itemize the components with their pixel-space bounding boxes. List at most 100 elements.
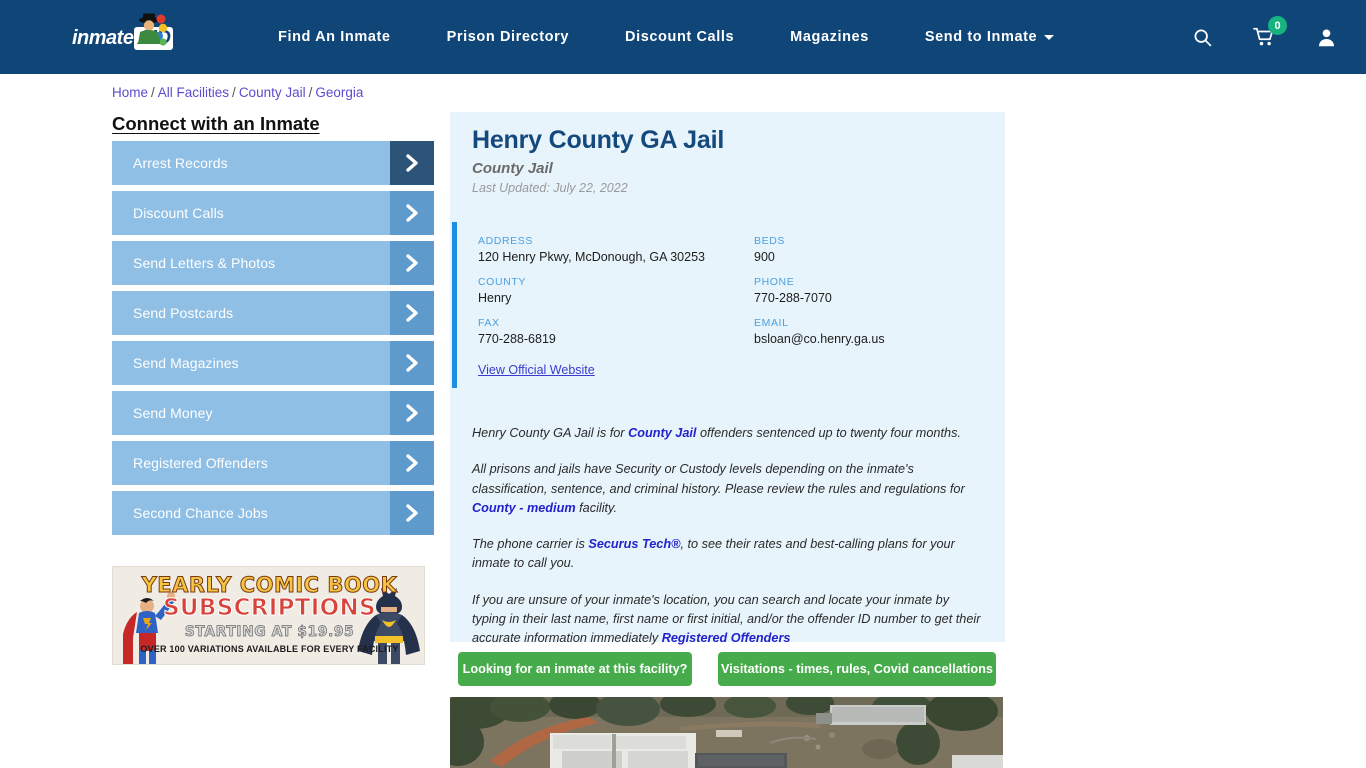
info-value: 900 <box>754 250 775 264</box>
nav-label: Discount Calls <box>625 29 735 45</box>
description-paragraph-2: All prisons and jails have Security or C… <box>472 460 984 518</box>
sidebar-menu: Arrest Records Discount Calls Send Lette… <box>112 141 434 541</box>
logo-text-accent: AID <box>134 26 174 50</box>
info-value: 770-288-6819 <box>478 332 556 346</box>
chevron-right-icon <box>390 291 434 335</box>
sidebar-item-registered-offenders[interactable]: Registered Offenders <box>112 441 434 485</box>
link-registered-offenders[interactable]: Registered Offenders <box>662 631 791 645</box>
info-field-beds: BEDS 900 <box>754 235 998 264</box>
link-county-jail[interactable]: County Jail <box>628 426 696 440</box>
chevron-down-icon <box>1044 34 1055 40</box>
info-label: BEDS <box>754 235 785 247</box>
facility-info-grid: ADDRESS 120 Henry Pkwy, McDonough, GA 30… <box>478 235 998 346</box>
chevron-right-icon <box>390 391 434 435</box>
comic-book-subscription-ad[interactable]: YEARLY COMIC BOOK SUBSCRIPTIONS STARTING… <box>112 566 425 665</box>
site-logo[interactable]: inmate AID <box>72 13 192 58</box>
chevron-right-icon <box>390 141 434 185</box>
last-updated-label: Last Updated: July 22, 2022 <box>472 181 628 195</box>
sidebar-item-label: Send Magazines <box>133 355 239 371</box>
desc-text: All prisons and jails have Security or C… <box>472 462 965 496</box>
cart-button[interactable]: 0 <box>1252 16 1287 49</box>
nav-label: Find An Inmate <box>278 29 391 45</box>
chevron-right-icon <box>390 241 434 285</box>
facility-type-label: County Jail <box>472 160 553 177</box>
info-value: Henry <box>478 291 512 305</box>
sidebar-item-label: Send Money <box>133 405 213 421</box>
info-field-phone: PHONE 770-288-7070 <box>754 276 998 305</box>
sidebar-item-label: Send Letters & Photos <box>133 255 276 271</box>
sidebar-item-label: Send Postcards <box>133 305 234 321</box>
nav-item-find-an-inmate[interactable]: Find An Inmate <box>250 29 419 45</box>
ad-price-line: STARTING AT $19.95 <box>184 624 355 641</box>
description-paragraph-3: The phone carrier is Securus Tech®, to s… <box>472 535 984 574</box>
desc-text: facility. <box>575 500 617 515</box>
info-label: PHONE <box>754 276 795 288</box>
user-account-icon <box>1318 28 1334 46</box>
link-securus-tech[interactable]: Securus Tech® <box>588 537 680 551</box>
nav-icon-group: 0 <box>1190 0 1338 74</box>
info-label: COUNTY <box>478 276 526 288</box>
sidebar-item-send-postcards[interactable]: Send Postcards <box>112 291 434 335</box>
search-button[interactable] <box>1190 25 1214 49</box>
breadcrumb-item-home[interactable]: Home <box>112 85 148 100</box>
page-title: Henry County GA Jail <box>472 126 725 154</box>
nav-label: Prison Directory <box>446 29 570 45</box>
facility-header: Henry County GA Jail County Jail Last Up… <box>450 112 1005 195</box>
breadcrumb-item-county-jail[interactable]: County Jail <box>239 85 306 100</box>
link-county-medium[interactable]: County - medium <box>472 501 576 515</box>
logo-wordmark: inmate AID <box>72 26 174 50</box>
info-field-county: COUNTY Henry <box>478 276 754 305</box>
breadcrumb-separator: / <box>232 85 236 100</box>
sidebar-item-arrest-records[interactable]: Arrest Records <box>112 141 434 185</box>
view-official-website-link[interactable]: View Official Website <box>478 363 595 377</box>
sidebar-item-send-letters-and-photos[interactable]: Send Letters & Photos <box>112 241 434 285</box>
find-inmate-button[interactable]: Looking for an inmate at this facility? <box>458 652 692 686</box>
cart-count-badge: 0 <box>1268 16 1287 35</box>
primary-nav-links: Find An Inmate Prison Directory Discount… <box>250 0 1082 74</box>
facility-aerial-photo[interactable] <box>450 697 1003 768</box>
breadcrumb-item-all-facilities[interactable]: All Facilities <box>158 85 229 100</box>
info-label: ADDRESS <box>478 235 533 247</box>
desc-text: Henry County GA Jail is for <box>472 426 629 440</box>
sidebar-item-label: Registered Offenders <box>133 455 268 471</box>
accent-bar <box>452 222 457 388</box>
search-icon <box>1194 29 1211 46</box>
nav-item-discount-calls[interactable]: Discount Calls <box>597 29 762 45</box>
sidebar-heading: Connect with an Inmate <box>112 113 320 134</box>
logo-text-main: inmate <box>72 26 134 49</box>
chevron-right-icon <box>390 191 434 235</box>
chevron-right-icon <box>390 491 434 535</box>
sidebar-item-send-money[interactable]: Send Money <box>112 391 434 435</box>
info-field-address: ADDRESS 120 Henry Pkwy, McDonough, GA 30… <box>478 235 754 264</box>
top-navigation-bar: inmate AID Find An Inmate Prison Director… <box>0 0 1366 74</box>
info-field-fax: FAX 770-288-6819 <box>478 317 754 346</box>
chevron-right-icon <box>390 441 434 485</box>
description-paragraph-4: If you are unsure of your inmate's locat… <box>472 591 984 649</box>
info-label: EMAIL <box>754 317 789 329</box>
visitations-button[interactable]: Visitations - times, rules, Covid cancel… <box>718 652 996 686</box>
nav-label: Send to Inmate <box>924 29 1038 45</box>
ad-subtext: OVER 100 VARIATIONS AVAILABLE FOR EVERY … <box>140 644 399 654</box>
sidebar-item-label: Second Chance Jobs <box>133 505 268 521</box>
breadcrumb: Home / All Facilities / County Jail / Georgia <box>112 85 363 100</box>
info-value: 770-288-7070 <box>754 291 832 305</box>
description-paragraph-1: Henry County GA Jail is for County Jail … <box>472 424 984 443</box>
nav-label: Magazines <box>790 29 869 45</box>
account-button[interactable] <box>1314 25 1338 49</box>
chevron-right-icon <box>390 341 434 385</box>
sidebar-item-discount-calls[interactable]: Discount Calls <box>112 191 434 235</box>
breadcrumb-item-georgia[interactable]: Georgia <box>315 85 363 100</box>
ad-headline-line2: SUBSCRIPTIONS <box>163 595 377 622</box>
breadcrumb-separator: / <box>308 85 313 100</box>
facility-description: Henry County GA Jail is for County Jail … <box>472 424 984 666</box>
sidebar-item-second-chance-jobs[interactable]: Second Chance Jobs <box>112 491 434 535</box>
ad-headline-line1: YEARLY COMIC BOOK <box>141 573 398 598</box>
nav-item-send-to-inmate[interactable]: Send to Inmate <box>897 29 1082 45</box>
sidebar-item-label: Discount Calls <box>133 205 224 221</box>
desc-text: offenders sentenced up to twenty four mo… <box>696 426 961 440</box>
sidebar-item-send-magazines[interactable]: Send Magazines <box>112 341 434 385</box>
info-field-email: EMAIL bsloan@co.henry.ga.us <box>754 317 998 346</box>
nav-item-prison-directory[interactable]: Prison Directory <box>419 29 597 45</box>
nav-item-magazines[interactable]: Magazines <box>762 29 897 45</box>
sidebar-item-label: Arrest Records <box>133 155 228 171</box>
